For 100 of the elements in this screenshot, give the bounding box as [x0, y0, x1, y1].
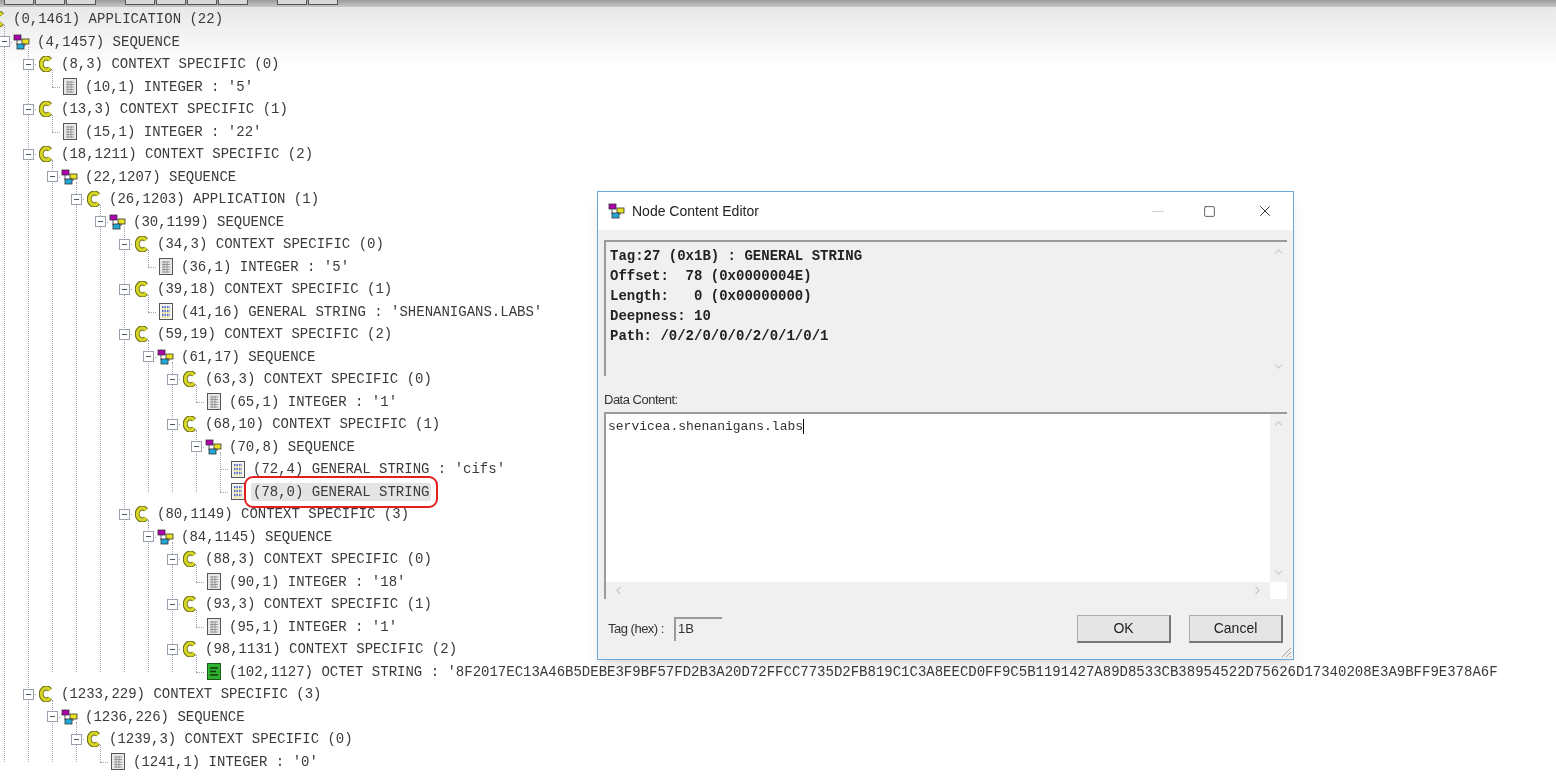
- collapse-toggle[interactable]: [22, 688, 34, 700]
- tree-node-label[interactable]: (10,1) INTEGER : '5': [83, 77, 256, 96]
- blocks-icon: [13, 33, 31, 50]
- blocks-icon: [109, 213, 127, 230]
- collapse-toggle[interactable]: [142, 351, 154, 363]
- tree-node-label[interactable]: (4,1457) SEQUENCE: [35, 32, 182, 51]
- blocks-icon: [157, 348, 175, 365]
- tree-node-label[interactable]: (0,1461) APPLICATION (22): [11, 10, 226, 29]
- tree-node-label[interactable]: (41,16) GENERAL STRING : 'SHENANIGANS.LABS': [179, 302, 545, 321]
- tree-node-label[interactable]: (15,1) INTEGER : '22': [83, 122, 264, 141]
- dialog-button[interactable]: OK: [1077, 614, 1171, 643]
- tree-node-label[interactable]: (8,3) CONTEXT SPECIFIC (0): [59, 55, 282, 74]
- toolbar-button[interactable]: [35, 0, 65, 5]
- toolbar-button[interactable]: [277, 0, 307, 5]
- c-icon: [87, 191, 101, 208]
- c-icon: [135, 506, 149, 523]
- tree-node-label[interactable]: (36,1) INTEGER : '5': [179, 257, 352, 276]
- tree-node-label[interactable]: (34,3) CONTEXT SPECIFIC (0): [155, 235, 386, 254]
- collapse-toggle[interactable]: [94, 216, 106, 228]
- document-icon: [207, 663, 221, 681]
- tree-node-label[interactable]: (63,3) CONTEXT SPECIFIC (0): [203, 370, 434, 389]
- collapse-toggle[interactable]: [118, 328, 130, 340]
- collapse-toggle[interactable]: [118, 283, 130, 295]
- tree-node-label[interactable]: (102,1127) OCTET STRING : '8F2017EC13A46B5DEBE3F9BF57FD2B3A20D72FFCC7735D2FB819C1C3A8EECD0FF9C5B1191427A89D8533CB38954522D75626D17340208E3A9BFF9E378A6F: [227, 662, 1500, 681]
- tree-node-label[interactable]: (18,1211) CONTEXT SPECIFIC (2): [59, 145, 316, 164]
- toolbar-button[interactable]: [218, 0, 248, 5]
- c-icon: [39, 146, 53, 163]
- document-icon: [207, 573, 221, 591]
- tree-node-label[interactable]: (13,3) CONTEXT SPECIFIC (1): [59, 100, 290, 119]
- collapse-toggle[interactable]: [46, 711, 58, 723]
- collapse-toggle[interactable]: [22, 148, 34, 160]
- collapse-toggle[interactable]: [166, 418, 178, 430]
- tree-node-label[interactable]: (1239,3) CONTEXT SPECIFIC (0): [107, 730, 355, 749]
- tree-node-label[interactable]: (26,1203) APPLICATION (1): [107, 190, 322, 209]
- collapse-toggle[interactable]: [46, 171, 58, 183]
- collapse-toggle[interactable]: [22, 58, 34, 70]
- collapse-toggle[interactable]: [166, 598, 178, 610]
- toolbar-button[interactable]: [187, 0, 217, 5]
- c-icon: [39, 686, 53, 703]
- info-line: Length: 0 (0x00000000): [610, 287, 813, 306]
- tree-node-label[interactable]: (30,1199) SEQUENCE: [131, 212, 287, 231]
- resize-grip-icon[interactable]: [1280, 646, 1292, 658]
- toolbar-button[interactable]: [125, 0, 155, 5]
- collapse-toggle[interactable]: [0, 36, 10, 48]
- tree-node-label[interactable]: (1236,226) SEQUENCE: [83, 707, 247, 726]
- dialog-button[interactable]: Cancel: [1189, 614, 1283, 643]
- info-line: Offset: 78 (0x0000004E): [610, 267, 813, 286]
- tree-node-label[interactable]: (22,1207) SEQUENCE: [83, 167, 239, 186]
- collapse-toggle[interactable]: [166, 643, 178, 655]
- c-icon: [39, 56, 53, 73]
- collapse-toggle[interactable]: [190, 441, 202, 453]
- toolbar-button[interactable]: [4, 0, 34, 5]
- collapse-toggle[interactable]: [142, 531, 154, 543]
- tree-node-label[interactable]: (98,1131) CONTEXT SPECIFIC (2): [203, 640, 460, 659]
- collapse-toggle[interactable]: [166, 553, 178, 565]
- minimize-icon: [1152, 210, 1164, 212]
- collapse-toggle[interactable]: [70, 733, 82, 745]
- tree-node-label[interactable]: (93,3) CONTEXT SPECIFIC (1): [203, 595, 434, 614]
- toolbar-button[interactable]: [156, 0, 186, 5]
- window-title: Node Content Editor: [632, 201, 759, 221]
- tree-node-label[interactable]: (65,1) INTEGER : '1': [227, 392, 400, 411]
- document-icon: [159, 258, 173, 276]
- document-icon: [231, 460, 245, 478]
- document-icon: [231, 483, 245, 501]
- tree-node-label[interactable]: (1233,229) CONTEXT SPECIFIC (3): [59, 685, 324, 704]
- tree-node-label[interactable]: (84,1145) SEQUENCE: [179, 527, 335, 546]
- info-line: Tag:27 (0x1B) : GENERAL STRING: [610, 247, 864, 266]
- toolbar-button[interactable]: [66, 0, 96, 5]
- tree-node-label[interactable]: (39,18) CONTEXT SPECIFIC (1): [155, 280, 395, 299]
- collapse-toggle[interactable]: [70, 193, 82, 205]
- tree-node-label[interactable]: (70,8) SEQUENCE: [227, 437, 358, 456]
- tree-node-label[interactable]: (61,17) SEQUENCE: [179, 347, 318, 366]
- document-icon: [63, 78, 77, 96]
- toolbar-button[interactable]: [308, 0, 338, 5]
- c-icon: [87, 731, 101, 748]
- tree-node-label[interactable]: (59,19) CONTEXT SPECIFIC (2): [155, 325, 395, 344]
- tree-node-label[interactable]: (90,1) INTEGER : '18': [227, 572, 408, 591]
- c-icon: [183, 551, 197, 568]
- collapse-toggle[interactable]: [166, 373, 178, 385]
- tree-node-label[interactable]: (68,10) CONTEXT SPECIFIC (1): [203, 415, 443, 434]
- data-content-label: Data Content:: [604, 391, 679, 409]
- maximize-icon: [1202, 204, 1216, 218]
- tag-hex-field[interactable]: 1B: [673, 616, 722, 641]
- tree-node-label[interactable]: (88,3) CONTEXT SPECIFIC (0): [203, 550, 434, 569]
- document-icon: [63, 123, 77, 141]
- collapse-toggle[interactable]: [118, 238, 130, 250]
- blocks-icon: [61, 168, 79, 185]
- collapse-toggle[interactable]: [118, 508, 130, 520]
- document-icon: [207, 393, 221, 411]
- c-icon: [39, 101, 53, 118]
- c-icon: [183, 641, 197, 658]
- c-icon: [135, 326, 149, 343]
- document-icon: [111, 753, 125, 771]
- collapse-toggle[interactable]: [22, 103, 34, 115]
- tree-node-label[interactable]: (95,1) INTEGER : '1': [227, 617, 400, 636]
- c-icon: [183, 371, 197, 388]
- data-content-value: servicea.shenanigans.labs: [608, 418, 805, 434]
- document-icon: [207, 618, 221, 636]
- tree-node-label[interactable]: (1241,1) INTEGER : '0': [131, 752, 320, 771]
- tree-node-label[interactable]: (72,4) GENERAL STRING : 'cifs': [251, 460, 508, 479]
